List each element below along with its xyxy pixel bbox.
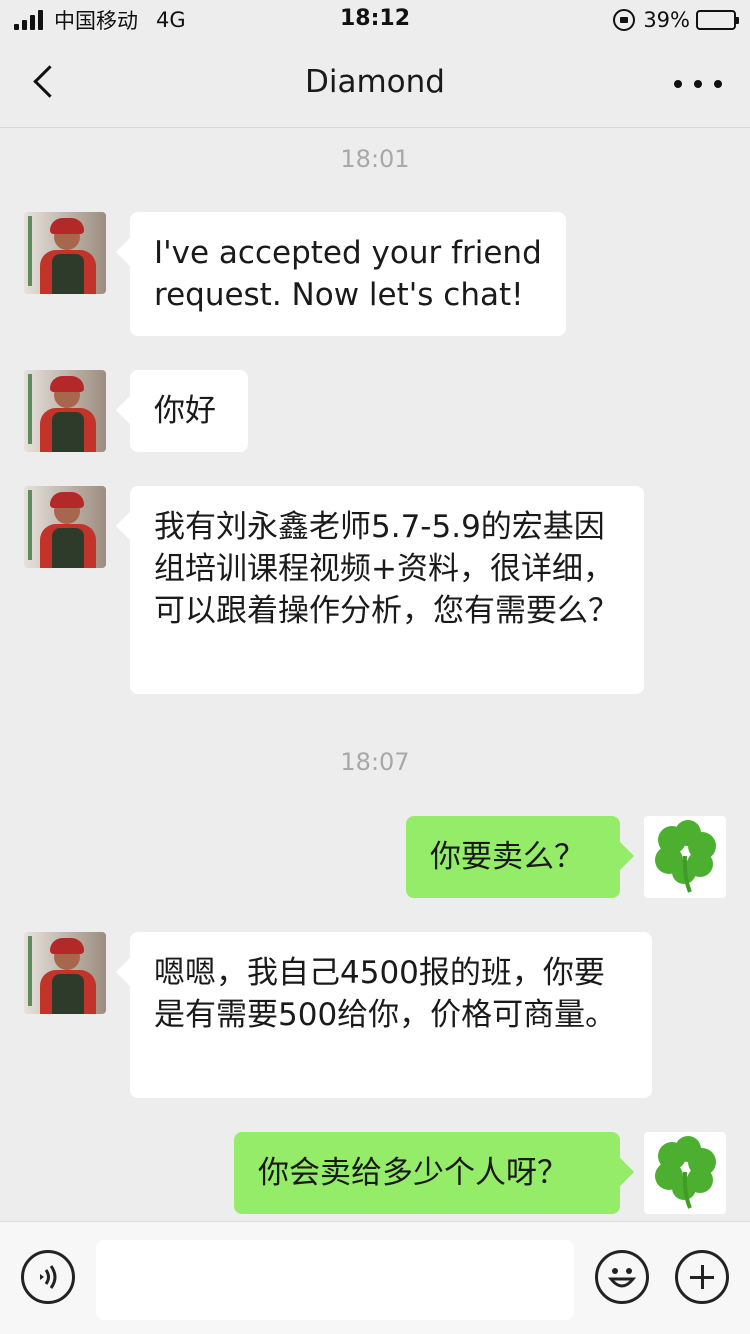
contact-avatar[interactable] — [24, 932, 106, 1014]
more-button[interactable] — [674, 74, 722, 94]
clover-icon — [655, 1136, 716, 1209]
message-text: 你会卖给多少个人呀？ — [258, 1155, 568, 1191]
contact-avatar[interactable] — [24, 486, 106, 568]
status-right: 39% — [613, 6, 739, 34]
message-text: 你好 — [154, 393, 216, 429]
message-text: 嗯嗯，我自己4500报的班，你要是有需要500给你，价格可商量。 — [154, 955, 617, 1033]
chat-title: Diamond — [305, 64, 445, 100]
timestamp: 18:07 — [340, 748, 410, 776]
battery-percent: 39% — [643, 8, 690, 32]
message-text: I've accepted your friend request. Now l… — [154, 235, 542, 313]
self-avatar[interactable] — [644, 1132, 726, 1214]
input-bar — [0, 1221, 750, 1334]
status-bar: 中国移动 4G 18:12 39% — [0, 0, 750, 40]
contact-avatar[interactable] — [24, 370, 106, 452]
message-input[interactable] — [96, 1240, 574, 1320]
emoji-icon — [607, 1268, 637, 1288]
nav-bar: Diamond — [0, 40, 750, 128]
battery-icon — [696, 10, 739, 30]
voice-icon — [40, 1265, 57, 1289]
message-bubble-sent[interactable]: 你要卖么？ — [406, 816, 620, 898]
message-bubble-received[interactable]: 我有刘永鑫老师5.7-5.9的宏基因组培训课程视频+资料，很详细，可以跟着操作分… — [130, 486, 644, 694]
message-text: 你要卖么？ — [430, 839, 585, 875]
self-avatar[interactable] — [644, 816, 726, 898]
voice-button[interactable] — [21, 1250, 75, 1304]
plus-button[interactable] — [675, 1250, 729, 1304]
message-bubble-received[interactable]: I've accepted your friend request. Now l… — [130, 212, 566, 336]
orientation-lock-icon — [613, 9, 636, 31]
timestamp: 18:01 — [340, 145, 410, 173]
contact-avatar[interactable] — [24, 212, 106, 294]
message-bubble-received[interactable]: 你好 — [130, 370, 248, 452]
clover-icon — [655, 820, 716, 893]
emoji-button[interactable] — [595, 1250, 649, 1304]
message-bubble-received[interactable]: 嗯嗯，我自己4500报的班，你要是有需要500给你，价格可商量。 — [130, 932, 652, 1098]
chat-area[interactable]: 18:01 I've accepted your friend request.… — [0, 129, 750, 1221]
message-text: 我有刘永鑫老师5.7-5.9的宏基因组培训课程视频+资料，很详细，可以跟着操作分… — [154, 509, 619, 629]
more-dots-icon — [674, 80, 682, 88]
message-bubble-sent[interactable]: 你会卖给多少个人呀？ — [234, 1132, 620, 1214]
